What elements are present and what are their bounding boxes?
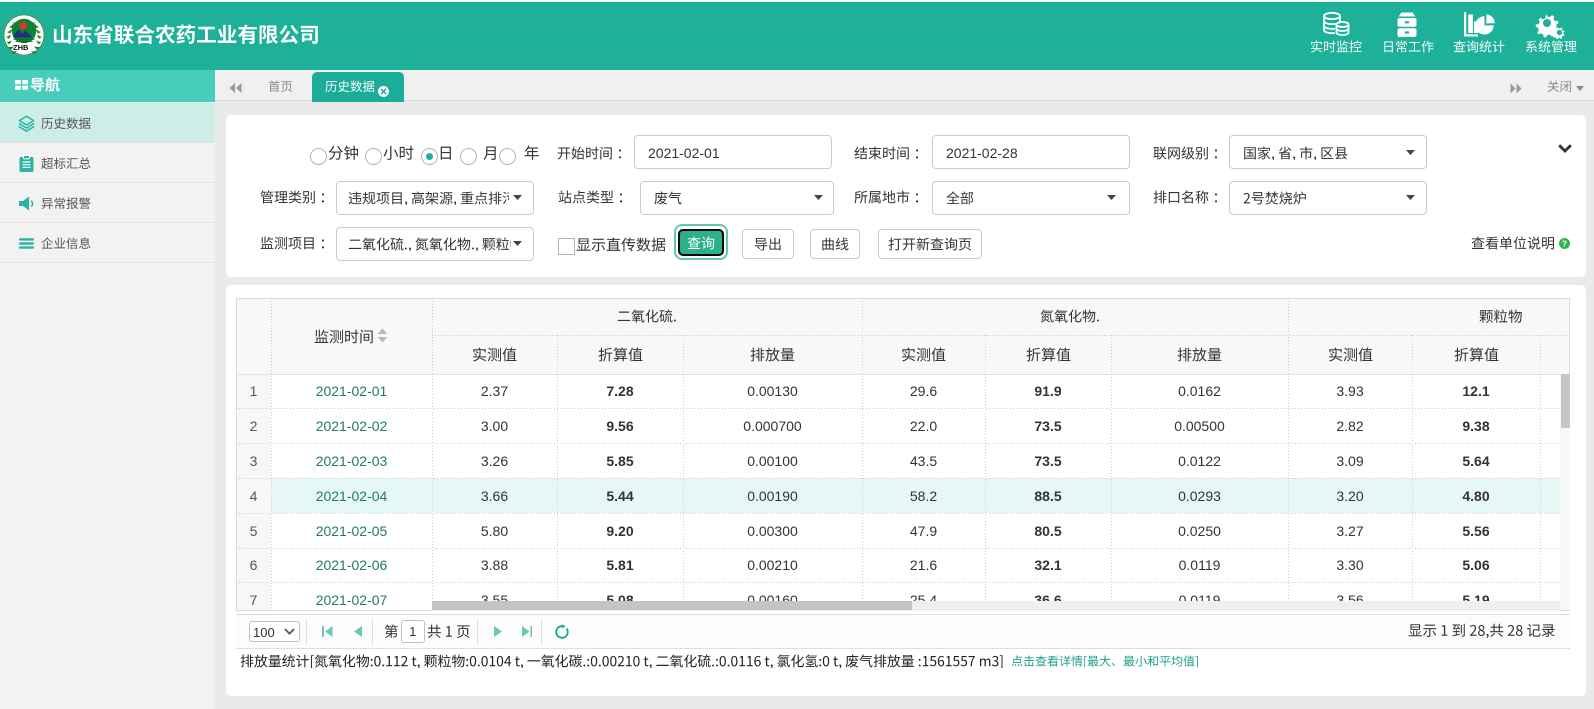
svg-text:?: ?: [1562, 238, 1567, 248]
